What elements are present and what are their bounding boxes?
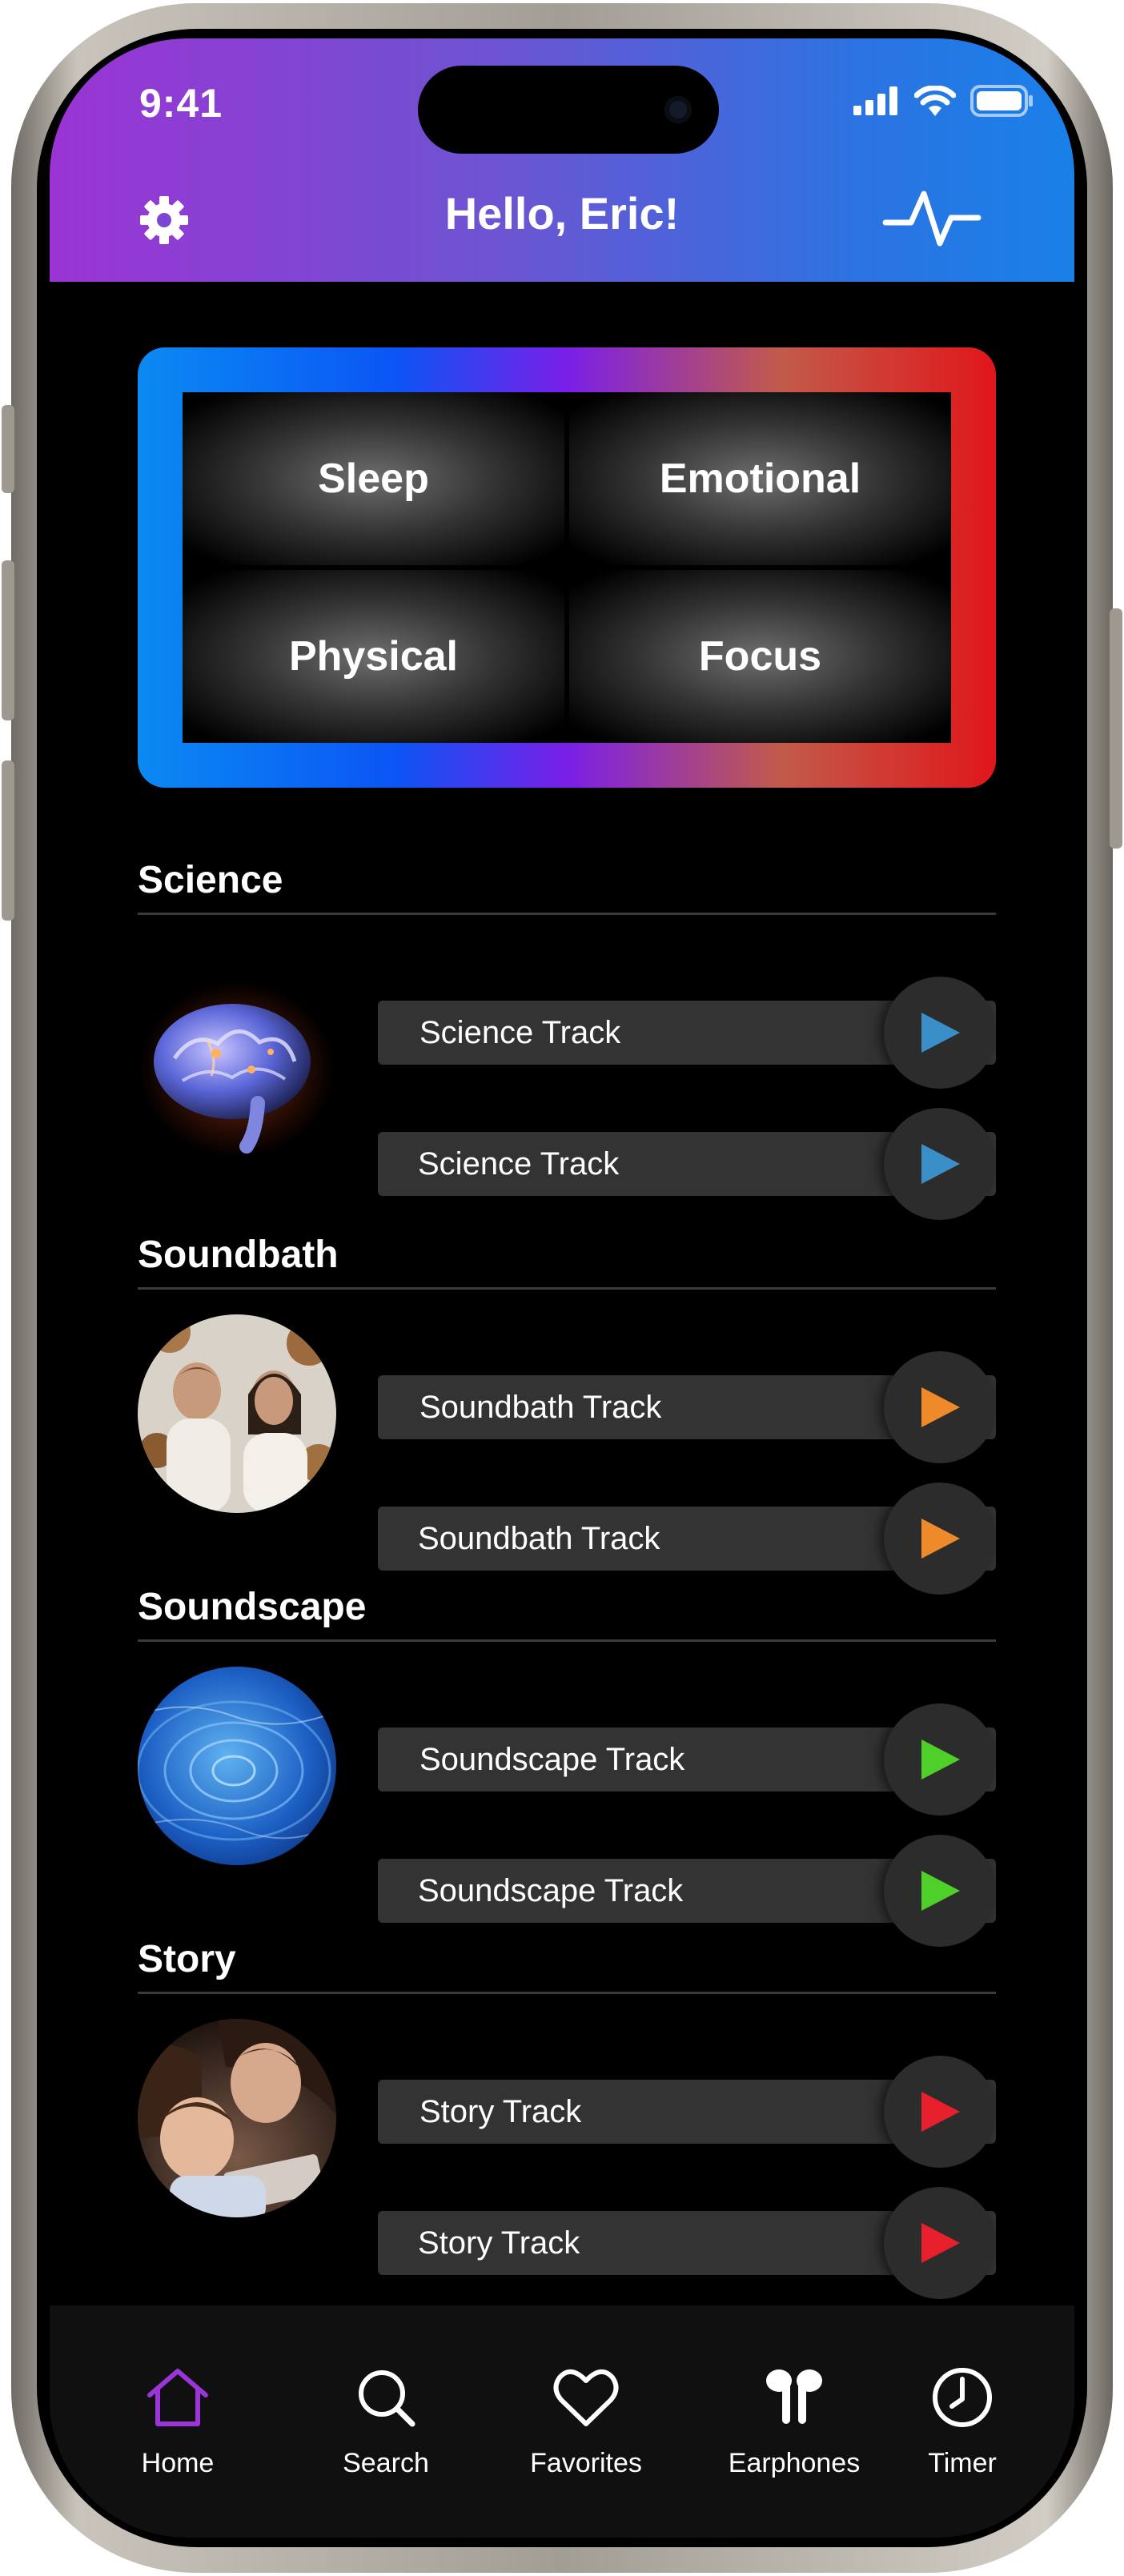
section-divider xyxy=(138,913,996,915)
cellular-signal-icon xyxy=(853,86,897,115)
story-track-2[interactable]: Story Track xyxy=(378,2187,996,2299)
track-label: Science Track xyxy=(418,1146,620,1182)
track-label: Story Track xyxy=(419,2094,582,2129)
soundbath-track-2[interactable]: Soundbath Track xyxy=(378,1483,996,1595)
tab-earphones[interactable]: Earphones xyxy=(714,2305,874,2514)
water-ripple-image xyxy=(138,1667,336,1865)
tab-label: Search xyxy=(343,2448,429,2478)
status-time: 9:41 xyxy=(139,81,223,126)
volume-up-button xyxy=(2,560,14,720)
tab-search[interactable]: Search xyxy=(314,2305,458,2514)
category-selector: Sleep Emotional Physical Focus xyxy=(138,347,996,788)
story-thumbnail xyxy=(138,2019,336,2217)
soundbath-track-1[interactable]: Soundbath Track xyxy=(378,1351,996,1463)
track-label: Soundbath Track xyxy=(418,1521,660,1556)
category-grid: Sleep Emotional Physical Focus xyxy=(183,392,951,743)
clock-icon xyxy=(933,2368,992,2427)
soundbath-image xyxy=(138,1314,336,1513)
play-icon xyxy=(921,1519,960,1559)
track-label: Soundscape Track xyxy=(419,1742,685,1777)
app-screen: 9:41 Hello, Eric! Sleep Emotional Physic… xyxy=(50,38,1074,2538)
play-icon xyxy=(921,2092,960,2132)
section-title: Soundbath xyxy=(138,1234,339,1276)
earphones-icon xyxy=(766,2369,822,2424)
power-button xyxy=(1110,608,1122,849)
tab-label: Favorites xyxy=(530,2448,642,2478)
home-icon xyxy=(147,2369,208,2426)
science-thumbnail xyxy=(138,975,336,1174)
wifi-icon xyxy=(914,86,956,116)
tab-timer[interactable]: Timer xyxy=(898,2305,1026,2514)
search-icon xyxy=(359,2370,415,2427)
brain-image xyxy=(139,981,335,1158)
battery-icon xyxy=(970,85,1033,117)
category-physical[interactable]: Physical xyxy=(183,570,564,743)
play-icon xyxy=(921,1739,960,1780)
play-icon xyxy=(921,2223,960,2263)
play-button[interactable] xyxy=(884,2056,996,2168)
play-button[interactable] xyxy=(884,1351,996,1463)
track-label: Story Track xyxy=(418,2225,580,2261)
science-track-1[interactable]: Science Track xyxy=(378,977,996,1089)
science-track-2[interactable]: Science Track xyxy=(378,1108,996,1220)
section-story: Story Story Track Story Track xyxy=(138,1936,996,2299)
track-label: Soundscape Track xyxy=(418,1873,684,1908)
play-icon xyxy=(921,1387,960,1427)
section-title: Soundscape xyxy=(138,1586,367,1628)
pulse-icon xyxy=(882,191,981,247)
section-soundscape: Soundscape Soundscape Track Soundscape T… xyxy=(138,1583,996,1947)
soundbath-thumbnail xyxy=(138,1314,336,1513)
section-divider xyxy=(138,1992,996,1994)
play-button[interactable] xyxy=(884,1835,996,1947)
tab-favorites[interactable]: Favorites xyxy=(506,2305,666,2514)
tab-label: Home xyxy=(141,2448,215,2478)
category-emotional[interactable]: Emotional xyxy=(569,392,951,565)
track-label: Science Track xyxy=(419,1015,621,1050)
tab-label: Timer xyxy=(928,2448,997,2478)
status-icons xyxy=(853,85,1034,117)
section-soundbath: Soundbath Soundbath Track Soundbath Trac… xyxy=(138,1231,996,1595)
play-button[interactable] xyxy=(884,1483,996,1595)
play-button[interactable] xyxy=(884,2187,996,2299)
section-divider xyxy=(138,1639,996,1642)
track-label: Soundbath Track xyxy=(419,1390,662,1425)
story-track-1[interactable]: Story Track xyxy=(378,2056,996,2168)
play-icon xyxy=(921,1144,960,1184)
camera-icon xyxy=(664,96,692,123)
soundscape-track-1[interactable]: Soundscape Track xyxy=(378,1703,996,1816)
heart-icon xyxy=(553,2369,619,2426)
soundscape-track-2[interactable]: Soundscape Track xyxy=(378,1835,996,1947)
play-icon xyxy=(921,1871,960,1911)
volume-down-button xyxy=(2,760,14,921)
header: 9:41 Hello, Eric! xyxy=(50,38,1074,282)
play-icon xyxy=(921,1013,960,1053)
dynamic-island xyxy=(418,66,719,154)
story-image xyxy=(138,2019,336,2217)
section-title: Story xyxy=(138,1938,236,1980)
section-title: Science xyxy=(138,859,283,901)
soundscape-thumbnail xyxy=(138,1667,336,1865)
tab-label: Earphones xyxy=(728,2448,861,2478)
tab-bar: Home Search Favorites Earphones Timer xyxy=(50,2305,1074,2538)
play-button[interactable] xyxy=(884,977,996,1089)
activity-button[interactable] xyxy=(882,187,981,254)
play-button[interactable] xyxy=(884,1703,996,1816)
category-focus[interactable]: Focus xyxy=(569,570,951,743)
section-science: Science Science Track Science Track xyxy=(138,857,996,1220)
section-divider xyxy=(138,1287,996,1290)
tab-home[interactable]: Home xyxy=(114,2305,242,2514)
play-button[interactable] xyxy=(884,1108,996,1220)
action-button xyxy=(2,405,14,493)
category-sleep[interactable]: Sleep xyxy=(183,392,564,565)
